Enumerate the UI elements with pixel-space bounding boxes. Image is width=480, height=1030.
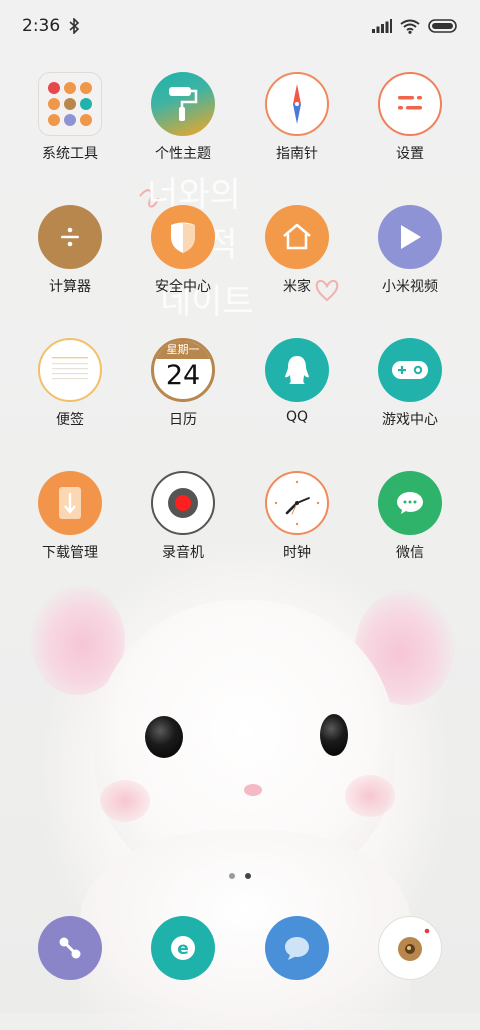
wallpaper-bunny-eye-left xyxy=(145,716,183,758)
app-label: 安全中心 xyxy=(155,279,211,295)
app-label: 便签 xyxy=(56,412,84,428)
browser-icon: e xyxy=(151,916,215,980)
calendar-icon: 星期一 24 xyxy=(151,338,215,402)
app-calculator[interactable]: 计算器 xyxy=(20,205,120,296)
app-label: 微信 xyxy=(396,545,424,561)
wallpaper-bunny-nose xyxy=(244,784,262,796)
app-calendar[interactable]: 星期一 24 日历 xyxy=(133,338,233,429)
camera-icon xyxy=(378,916,442,980)
phone-icon xyxy=(38,916,102,980)
calculator-icon xyxy=(38,205,102,269)
shield-icon xyxy=(151,205,215,269)
wifi-icon xyxy=(400,19,420,34)
app-label: 指南针 xyxy=(276,146,318,162)
page-dot[interactable] xyxy=(229,873,235,879)
calendar-day: 24 xyxy=(165,360,201,391)
status-bar: 2:36 xyxy=(0,0,480,52)
app-label: 计算器 xyxy=(49,279,91,295)
cellular-signal-icon xyxy=(372,19,392,33)
clock-icon xyxy=(265,471,329,535)
app-security-center[interactable]: 安全中心 xyxy=(133,205,233,296)
messages-icon xyxy=(265,916,329,980)
wallpaper-bunny-cheek-left xyxy=(100,780,150,822)
app-wechat[interactable]: 微信 xyxy=(360,471,460,562)
app-download-manager[interactable]: 下载管理 xyxy=(20,471,120,562)
app-theme[interactable]: 个性主题 xyxy=(133,72,233,163)
app-game-center[interactable]: 游戏中心 xyxy=(360,338,460,429)
app-settings[interactable]: 设置 xyxy=(360,72,460,163)
play-icon xyxy=(378,205,442,269)
app-mi-video[interactable]: 小米视频 xyxy=(360,205,460,296)
page-indicator xyxy=(0,873,480,879)
app-label: 系统工具 xyxy=(42,146,98,162)
app-mijia[interactable]: 米家 xyxy=(247,205,347,296)
dock-phone[interactable] xyxy=(20,916,120,980)
gamepad-icon xyxy=(378,338,442,402)
record-icon xyxy=(151,471,215,535)
app-label: QQ xyxy=(285,409,309,425)
app-label: 小米视频 xyxy=(382,279,438,295)
app-system-tools[interactable]: 系统工具 xyxy=(20,72,120,163)
wallpaper-bunny-eye-right xyxy=(320,714,348,756)
download-icon xyxy=(38,471,102,535)
dock-camera[interactable] xyxy=(360,916,460,980)
wechat-icon xyxy=(378,471,442,535)
app-label: 时钟 xyxy=(283,545,311,561)
paint-roller-icon xyxy=(151,72,215,136)
compass-icon xyxy=(265,72,329,136)
dock-messages[interactable] xyxy=(247,916,347,980)
calendar-weekday: 星期一 xyxy=(154,341,212,359)
app-compass[interactable]: 指南针 xyxy=(247,72,347,163)
qq-penguin-icon xyxy=(265,338,329,402)
app-label: 米家 xyxy=(283,279,311,295)
notes-icon xyxy=(38,338,102,402)
app-label: 日历 xyxy=(169,412,197,428)
app-qq[interactable]: QQ xyxy=(247,338,347,425)
app-label: 下载管理 xyxy=(42,545,98,561)
wallpaper-bunny-cheek-right xyxy=(345,775,395,817)
app-label: 游戏中心 xyxy=(382,412,438,428)
app-recorder[interactable]: 录音机 xyxy=(133,471,233,562)
battery-icon xyxy=(428,19,457,33)
page-dot-active[interactable] xyxy=(245,873,251,879)
system-tools-folder-icon xyxy=(38,72,102,136)
dock-browser[interactable]: e xyxy=(133,916,233,980)
app-label: 设置 xyxy=(396,146,424,162)
bluetooth-icon xyxy=(69,18,80,34)
home-icon xyxy=(265,205,329,269)
app-clock[interactable]: 时钟 xyxy=(247,471,347,562)
settings-icon xyxy=(378,72,442,136)
app-label: 个性主题 xyxy=(155,146,211,162)
status-time: 2:36 xyxy=(22,16,61,36)
app-label: 录音机 xyxy=(162,545,204,561)
svg-text:e: e xyxy=(177,939,189,959)
app-notes[interactable]: 便签 xyxy=(20,338,120,429)
